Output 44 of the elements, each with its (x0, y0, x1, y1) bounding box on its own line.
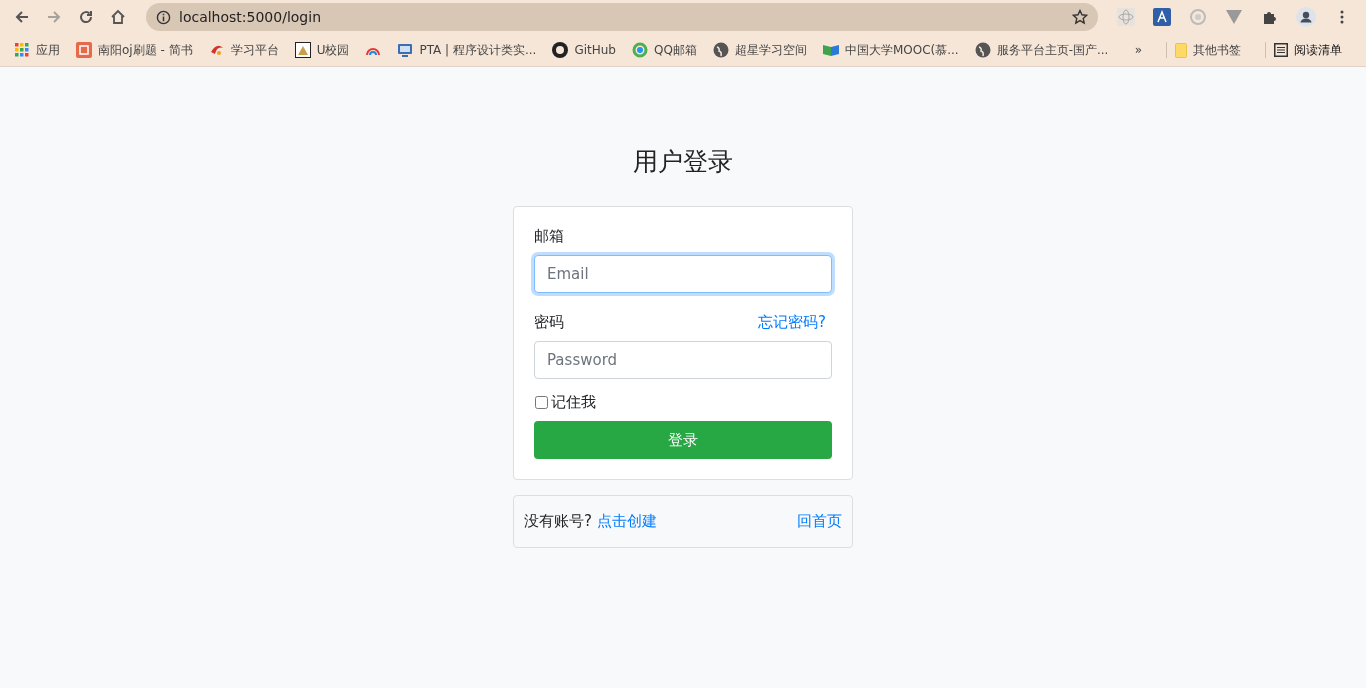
bookmark-item[interactable]: PTA | 程序设计类实... (397, 41, 545, 59)
globe-icon (712, 42, 729, 58)
ring-logo-icon (632, 42, 648, 58)
no-account-text: 没有账号? (524, 512, 592, 531)
password-field[interactable]: Password (534, 341, 832, 379)
more-bookmarks-button[interactable]: » (1134, 43, 1150, 57)
remember-label: 记住我 (551, 393, 596, 412)
folder-icon (1175, 42, 1187, 58)
reload-icon (78, 9, 94, 25)
bookmark-item[interactable]: 中国大学MOOC(慕... (822, 41, 967, 59)
email-field[interactable]: Email (534, 255, 832, 293)
star-icon[interactable] (1072, 9, 1088, 25)
bookmark-item[interactable]: U校园 (294, 41, 358, 59)
apps-grid-icon (14, 42, 30, 58)
forgot-password-link[interactable]: 忘记密码? (758, 313, 826, 332)
monitor-icon (397, 42, 414, 58)
bookmark-item[interactable]: 南阳oj刷题 - 简书 (76, 41, 201, 59)
home-link[interactable]: 回首页 (797, 512, 842, 531)
remember-checkbox[interactable] (535, 396, 548, 409)
reading-list-button[interactable]: 阅读清单 (1274, 41, 1350, 59)
password-label: 密码 (534, 313, 564, 332)
bookmark-item[interactable]: 服务平台主页-国产... (974, 41, 1117, 59)
page-title: 用户登录 (633, 146, 733, 178)
square-logo-icon (76, 42, 92, 58)
open-book-icon (822, 42, 839, 58)
bookmark-item[interactable]: 学习平台 (208, 41, 287, 59)
bookmark-item[interactable]: QQ邮箱 (632, 41, 705, 59)
home-icon (110, 9, 126, 25)
other-bookmarks-folder[interactable]: 其他书签 (1175, 41, 1249, 59)
profile-avatar-icon[interactable] (1296, 7, 1316, 27)
create-account-link[interactable]: 点击创建 (596, 512, 657, 531)
back-arrow-icon (14, 9, 30, 25)
info-icon (156, 9, 171, 25)
letter-a-icon[interactable] (1152, 7, 1172, 27)
url-text: localhost:5000/login (179, 9, 322, 25)
framed-picture-icon (294, 42, 311, 58)
bookmark-item[interactable]: 应用 (14, 41, 68, 59)
globe-icon (974, 42, 991, 58)
bookmark-item[interactable]: 超星学习空间 (712, 41, 815, 59)
address-bar[interactable]: localhost:5000/login (146, 3, 1098, 31)
email-label: 邮箱 (534, 227, 564, 246)
list-icon (1274, 43, 1288, 57)
forward-arrow-icon (46, 9, 62, 25)
bookmark-item[interactable]: GitHub (552, 42, 624, 58)
